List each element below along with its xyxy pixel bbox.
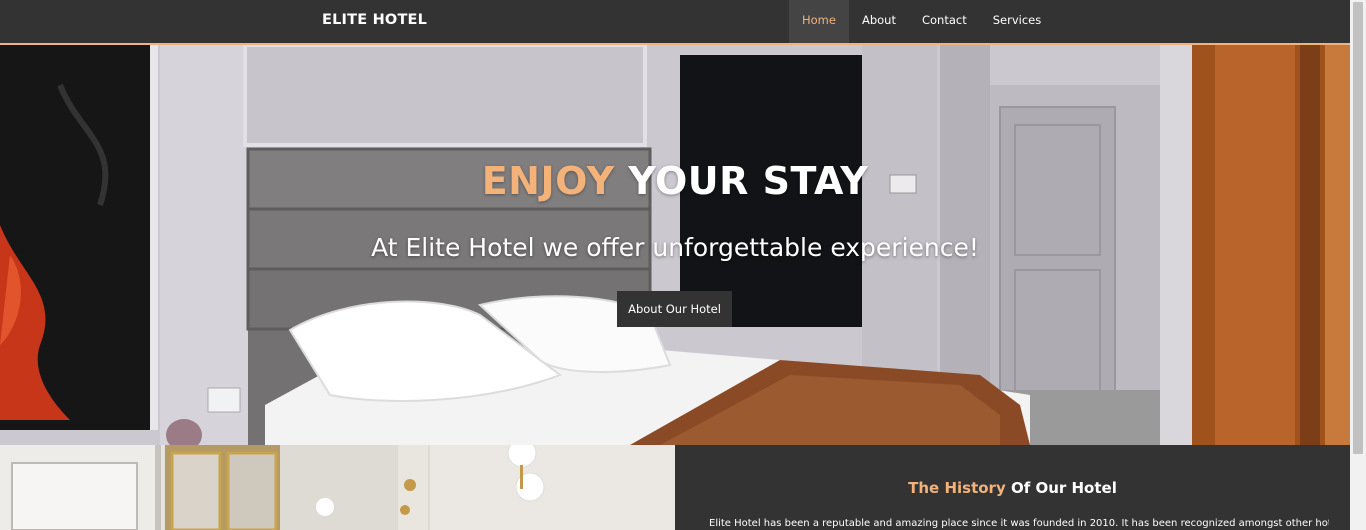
room-image: [0, 445, 675, 530]
history-title-accent: The History: [908, 479, 1006, 497]
hero-title-accent: ENJOY: [481, 159, 615, 203]
history-paragraph: Elite Hotel has been a reputable and ama…: [709, 518, 1329, 529]
page-scrollbar[interactable]: [1350, 0, 1366, 530]
history-title-rest: Of Our Hotel: [1005, 479, 1117, 497]
brand-logo[interactable]: ELITE HOTEL: [322, 0, 427, 43]
hero-title-rest: YOUR STAY: [614, 159, 869, 203]
history-title: The History Of Our Hotel: [675, 479, 1350, 497]
hero-subtitle: At Elite Hotel we offer unforgettable ex…: [371, 233, 979, 262]
nav-link-contact[interactable]: Contact: [909, 0, 980, 43]
room-image-graphic: [0, 445, 675, 530]
history-section: The History Of Our Hotel Elite Hotel has…: [675, 445, 1350, 530]
top-navbar: ELITE HOTEL Home About Contact Services: [0, 0, 1350, 45]
nav-link-about[interactable]: About: [849, 0, 909, 43]
nav-links: Home About Contact Services: [789, 0, 1054, 43]
nav-link-services[interactable]: Services: [980, 0, 1055, 43]
hero-title: ENJOY YOUR STAY: [0, 159, 1350, 203]
about-hotel-button[interactable]: About Our Hotel: [617, 291, 732, 327]
hero-section: ENJOY YOUR STAY At Elite Hotel we offer …: [0, 45, 1350, 445]
nav-link-home[interactable]: Home: [789, 0, 849, 43]
scrollbar-thumb[interactable]: [1353, 2, 1363, 454]
